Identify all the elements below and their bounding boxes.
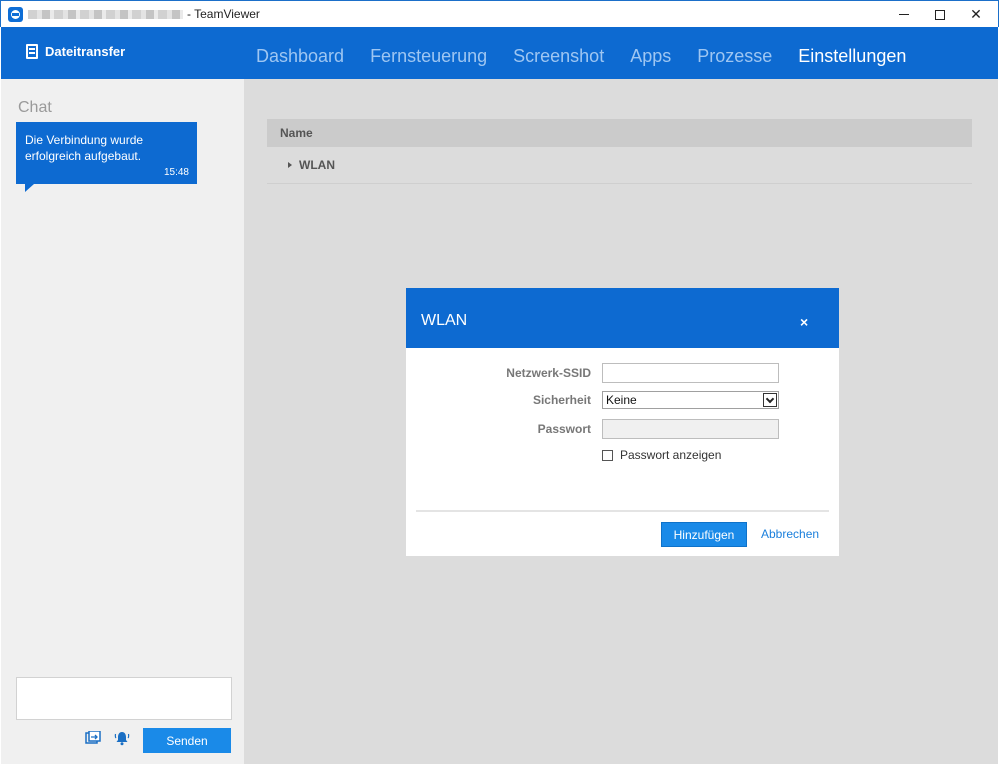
chevron-down-icon[interactable]	[763, 393, 777, 407]
cancel-link[interactable]: Abbrechen	[761, 527, 819, 541]
security-select[interactable]: Keine	[602, 391, 779, 409]
close-window-button[interactable]: ✕	[953, 1, 999, 28]
main-nav: Dashboard Fernsteuerung Screenshot Apps …	[256, 46, 932, 67]
show-password-toggle[interactable]: Passwort anzeigen	[602, 448, 721, 462]
dialog-header: WLAN ×	[406, 288, 839, 348]
password-input[interactable]	[602, 419, 779, 439]
send-button[interactable]: Senden	[143, 728, 231, 753]
tab-dashboard[interactable]: Dashboard	[256, 46, 344, 67]
file-transfer-button[interactable]: Dateitransfer	[26, 44, 125, 59]
teamviewer-logo-icon	[8, 7, 23, 22]
tab-settings[interactable]: Einstellungen	[798, 46, 906, 67]
file-transfer-icon[interactable]	[85, 731, 101, 745]
window-title: - TeamViewer	[187, 7, 260, 21]
dialog-title: WLAN	[421, 312, 468, 329]
table-header-name[interactable]: Name	[267, 119, 972, 147]
table-row-label: WLAN	[299, 158, 335, 172]
dialog-divider	[416, 510, 829, 512]
tab-remote-control[interactable]: Fernsteuerung	[370, 46, 487, 67]
wlan-dialog: WLAN × Netzwerk-SSID Sicherheit Keine Pa…	[406, 288, 839, 556]
maximize-icon	[935, 9, 945, 20]
chat-message-time: 15:48	[163, 167, 189, 178]
chat-message-text: Die Verbindung wurde erfolgreich aufgeba…	[25, 133, 144, 163]
chat-input[interactable]	[16, 677, 232, 720]
tab-screenshot[interactable]: Screenshot	[513, 46, 604, 67]
table-row-wlan[interactable]: WLAN	[267, 147, 972, 184]
ssid-input[interactable]	[602, 363, 779, 383]
security-label: Sicherheit	[532, 393, 591, 407]
file-transfer-label: Dateitransfer	[45, 44, 126, 59]
document-icon	[26, 44, 38, 59]
notification-bell-icon[interactable]	[114, 730, 130, 746]
main-header: Dateitransfer Dashboard Fernsteuerung Sc…	[1, 27, 998, 79]
chat-message: Die Verbindung wurde erfolgreich aufgeba…	[16, 122, 197, 192]
security-selected-value: Keine	[606, 393, 637, 407]
show-password-checkbox[interactable]	[602, 449, 613, 461]
ssid-label: Netzwerk-SSID	[506, 366, 591, 380]
tab-apps[interactable]: Apps	[630, 46, 671, 67]
expand-arrow-icon[interactable]	[288, 162, 292, 168]
title-bar: - TeamViewer ✕	[0, 0, 999, 27]
dialog-close-icon[interactable]: ×	[800, 314, 808, 330]
chat-title: Chat	[18, 99, 52, 116]
minimize-icon	[899, 14, 909, 15]
redacted-computer-name	[28, 10, 183, 19]
add-button[interactable]: Hinzufügen	[661, 522, 747, 547]
password-label: Passwort	[537, 422, 591, 436]
show-password-label: Passwort anzeigen	[620, 448, 722, 462]
chat-panel: Chat Die Verbindung wurde erfolgreich au…	[1, 79, 244, 764]
tab-processes[interactable]: Prozesse	[697, 46, 772, 67]
